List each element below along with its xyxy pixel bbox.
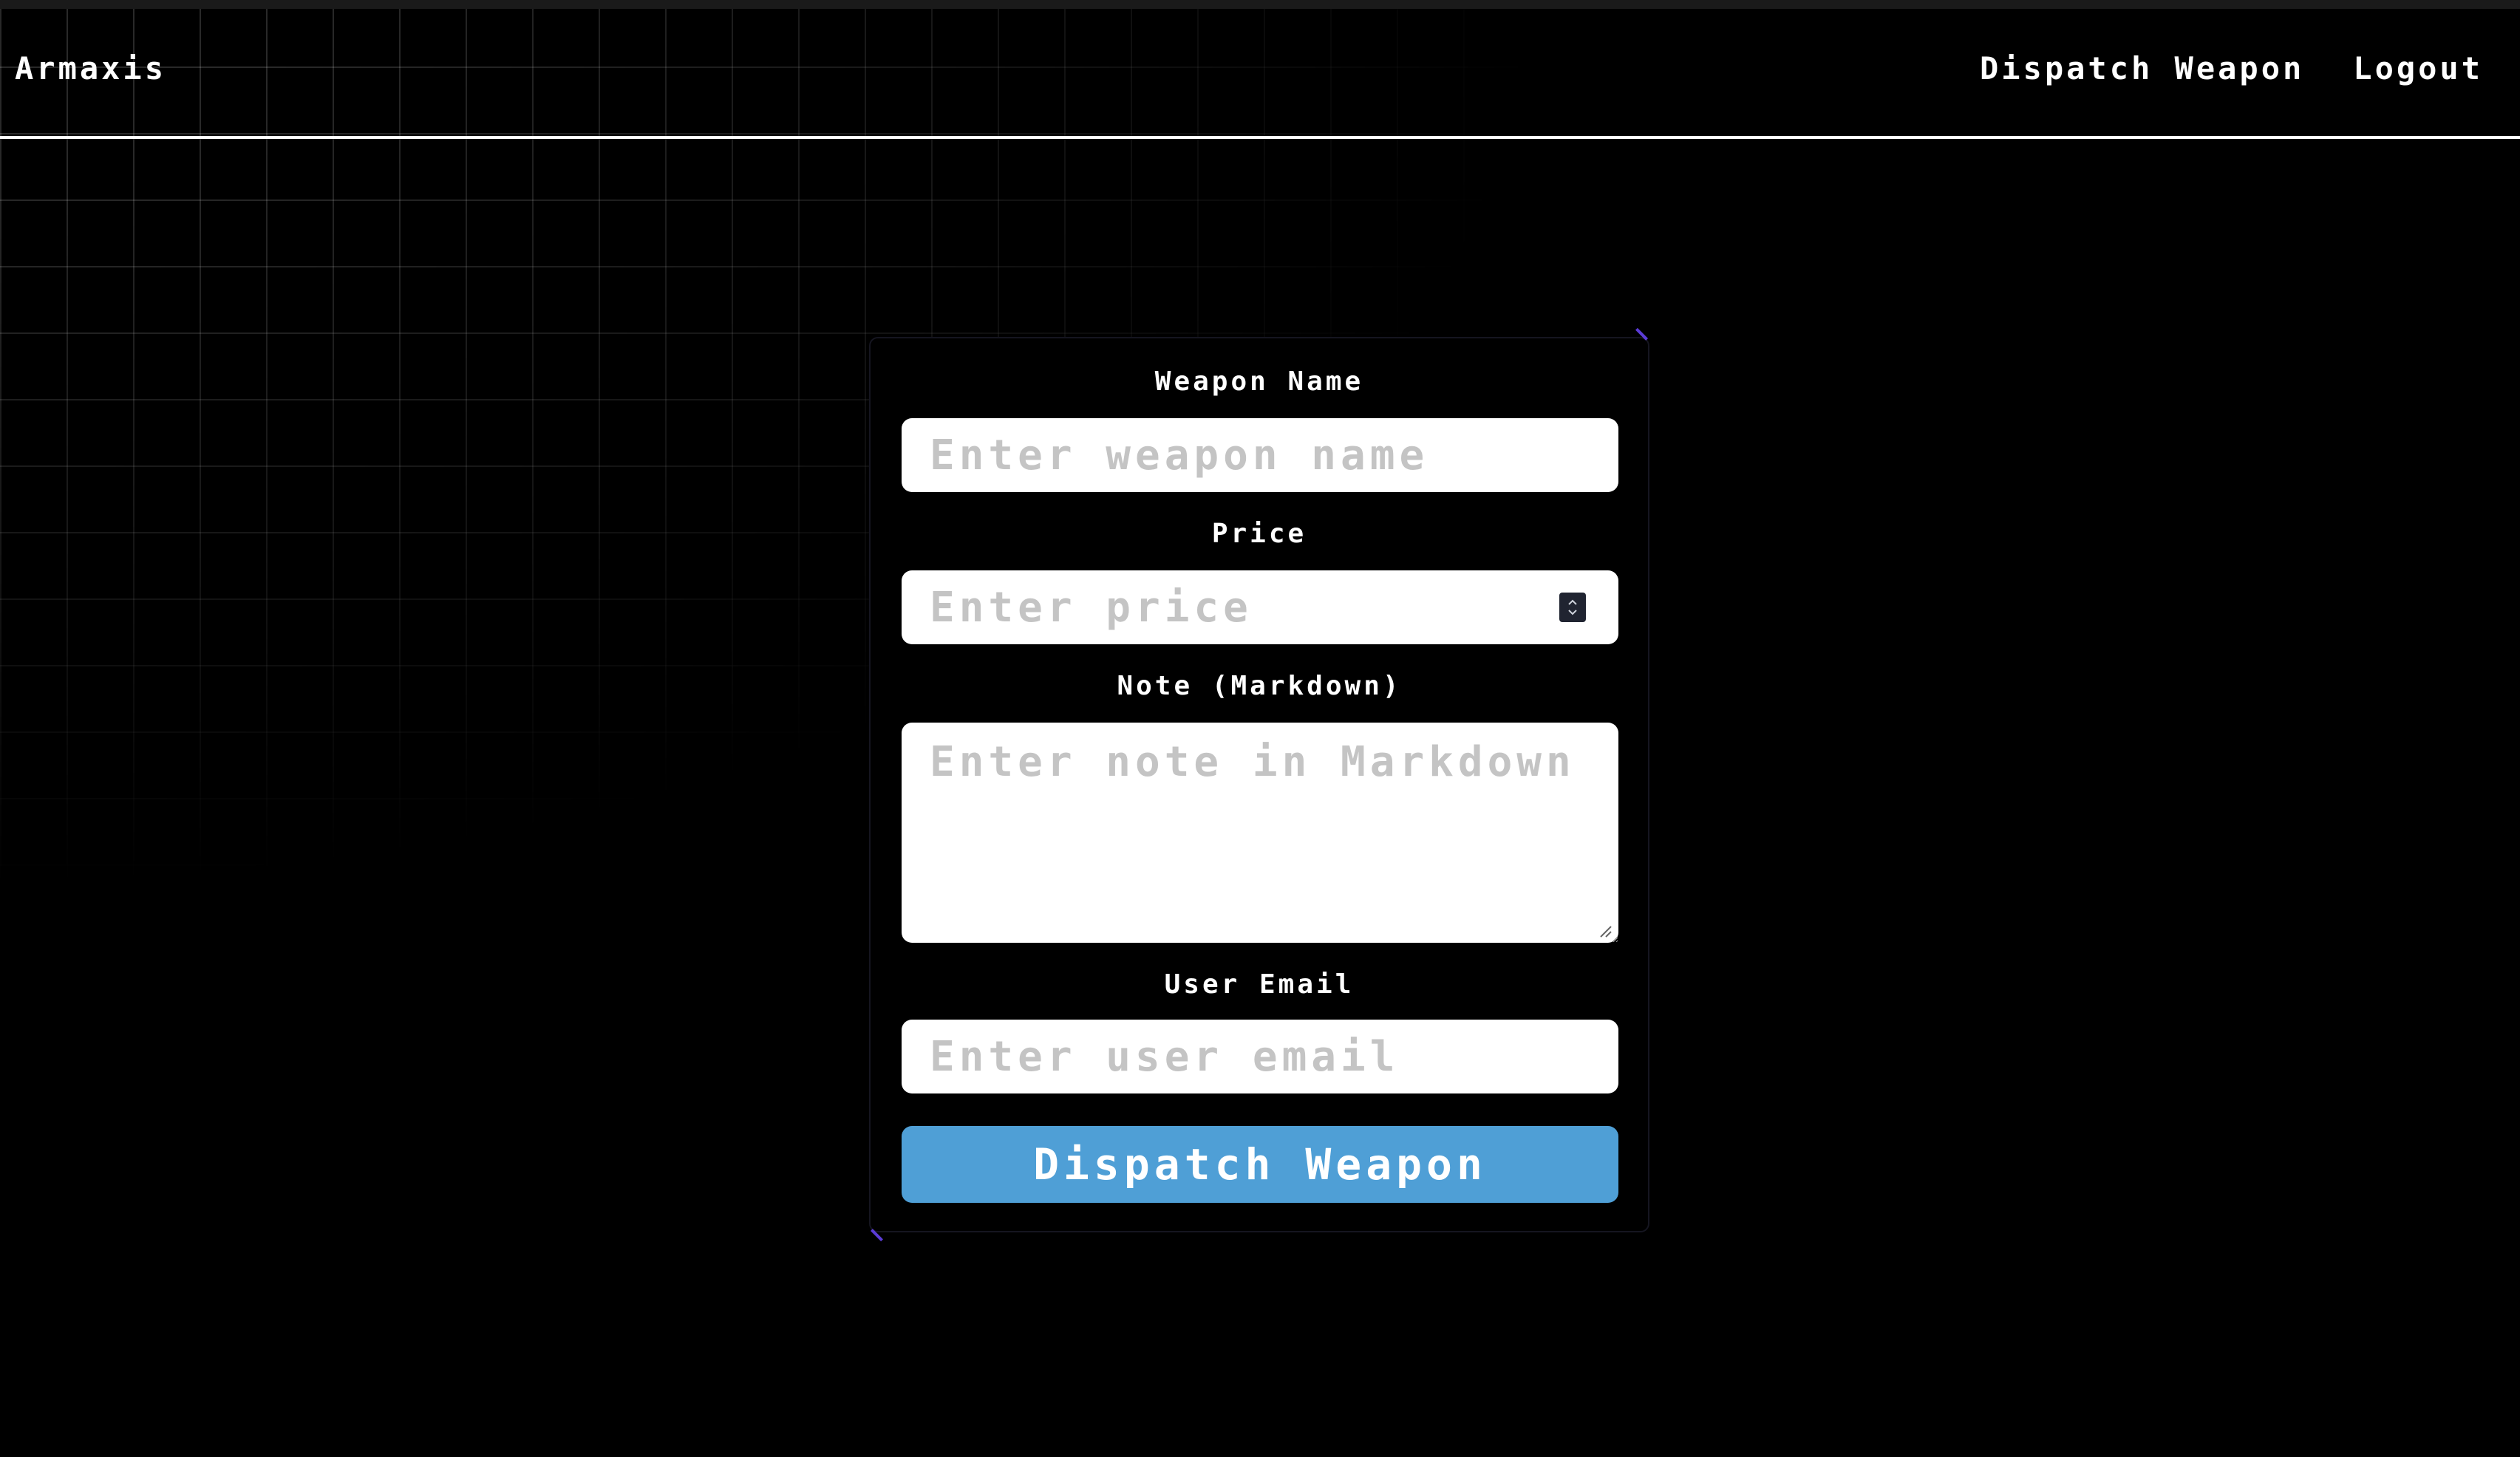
note-field-wrapper xyxy=(871,723,1648,943)
note-label: Note (Markdown) xyxy=(1117,671,1402,701)
page: Armaxis Dispatch Weapon Logout Weapon Na… xyxy=(0,0,2520,1457)
up-down-stepper-icon xyxy=(1568,599,1577,615)
navbar: Armaxis Dispatch Weapon Logout xyxy=(0,9,2520,139)
user-email-input[interactable] xyxy=(902,1020,1618,1093)
price-field-wrapper xyxy=(871,570,1648,644)
user-email-label: User Email xyxy=(1164,969,1355,1000)
top-strip xyxy=(0,0,2520,9)
nav-links: Dispatch Weapon Logout xyxy=(1980,50,2483,86)
resize-grip-icon[interactable] xyxy=(1596,922,1613,938)
brand-logo-link[interactable]: Armaxis xyxy=(15,50,166,86)
note-textarea[interactable] xyxy=(902,723,1618,943)
dispatch-weapon-button[interactable]: Dispatch Weapon xyxy=(902,1126,1618,1203)
price-stepper[interactable] xyxy=(1559,593,1586,622)
price-input[interactable] xyxy=(902,570,1618,644)
price-label: Price xyxy=(1211,519,1307,549)
weapon-name-input[interactable] xyxy=(902,418,1618,492)
weapon-name-label: Weapon Name xyxy=(1154,366,1364,397)
nav-dispatch-weapon-link[interactable]: Dispatch Weapon xyxy=(1980,50,2304,86)
dispatch-weapon-form: Weapon Name Price Note (Markdown) User E… xyxy=(869,327,1649,1242)
nav-logout-link[interactable]: Logout xyxy=(2353,50,2483,86)
